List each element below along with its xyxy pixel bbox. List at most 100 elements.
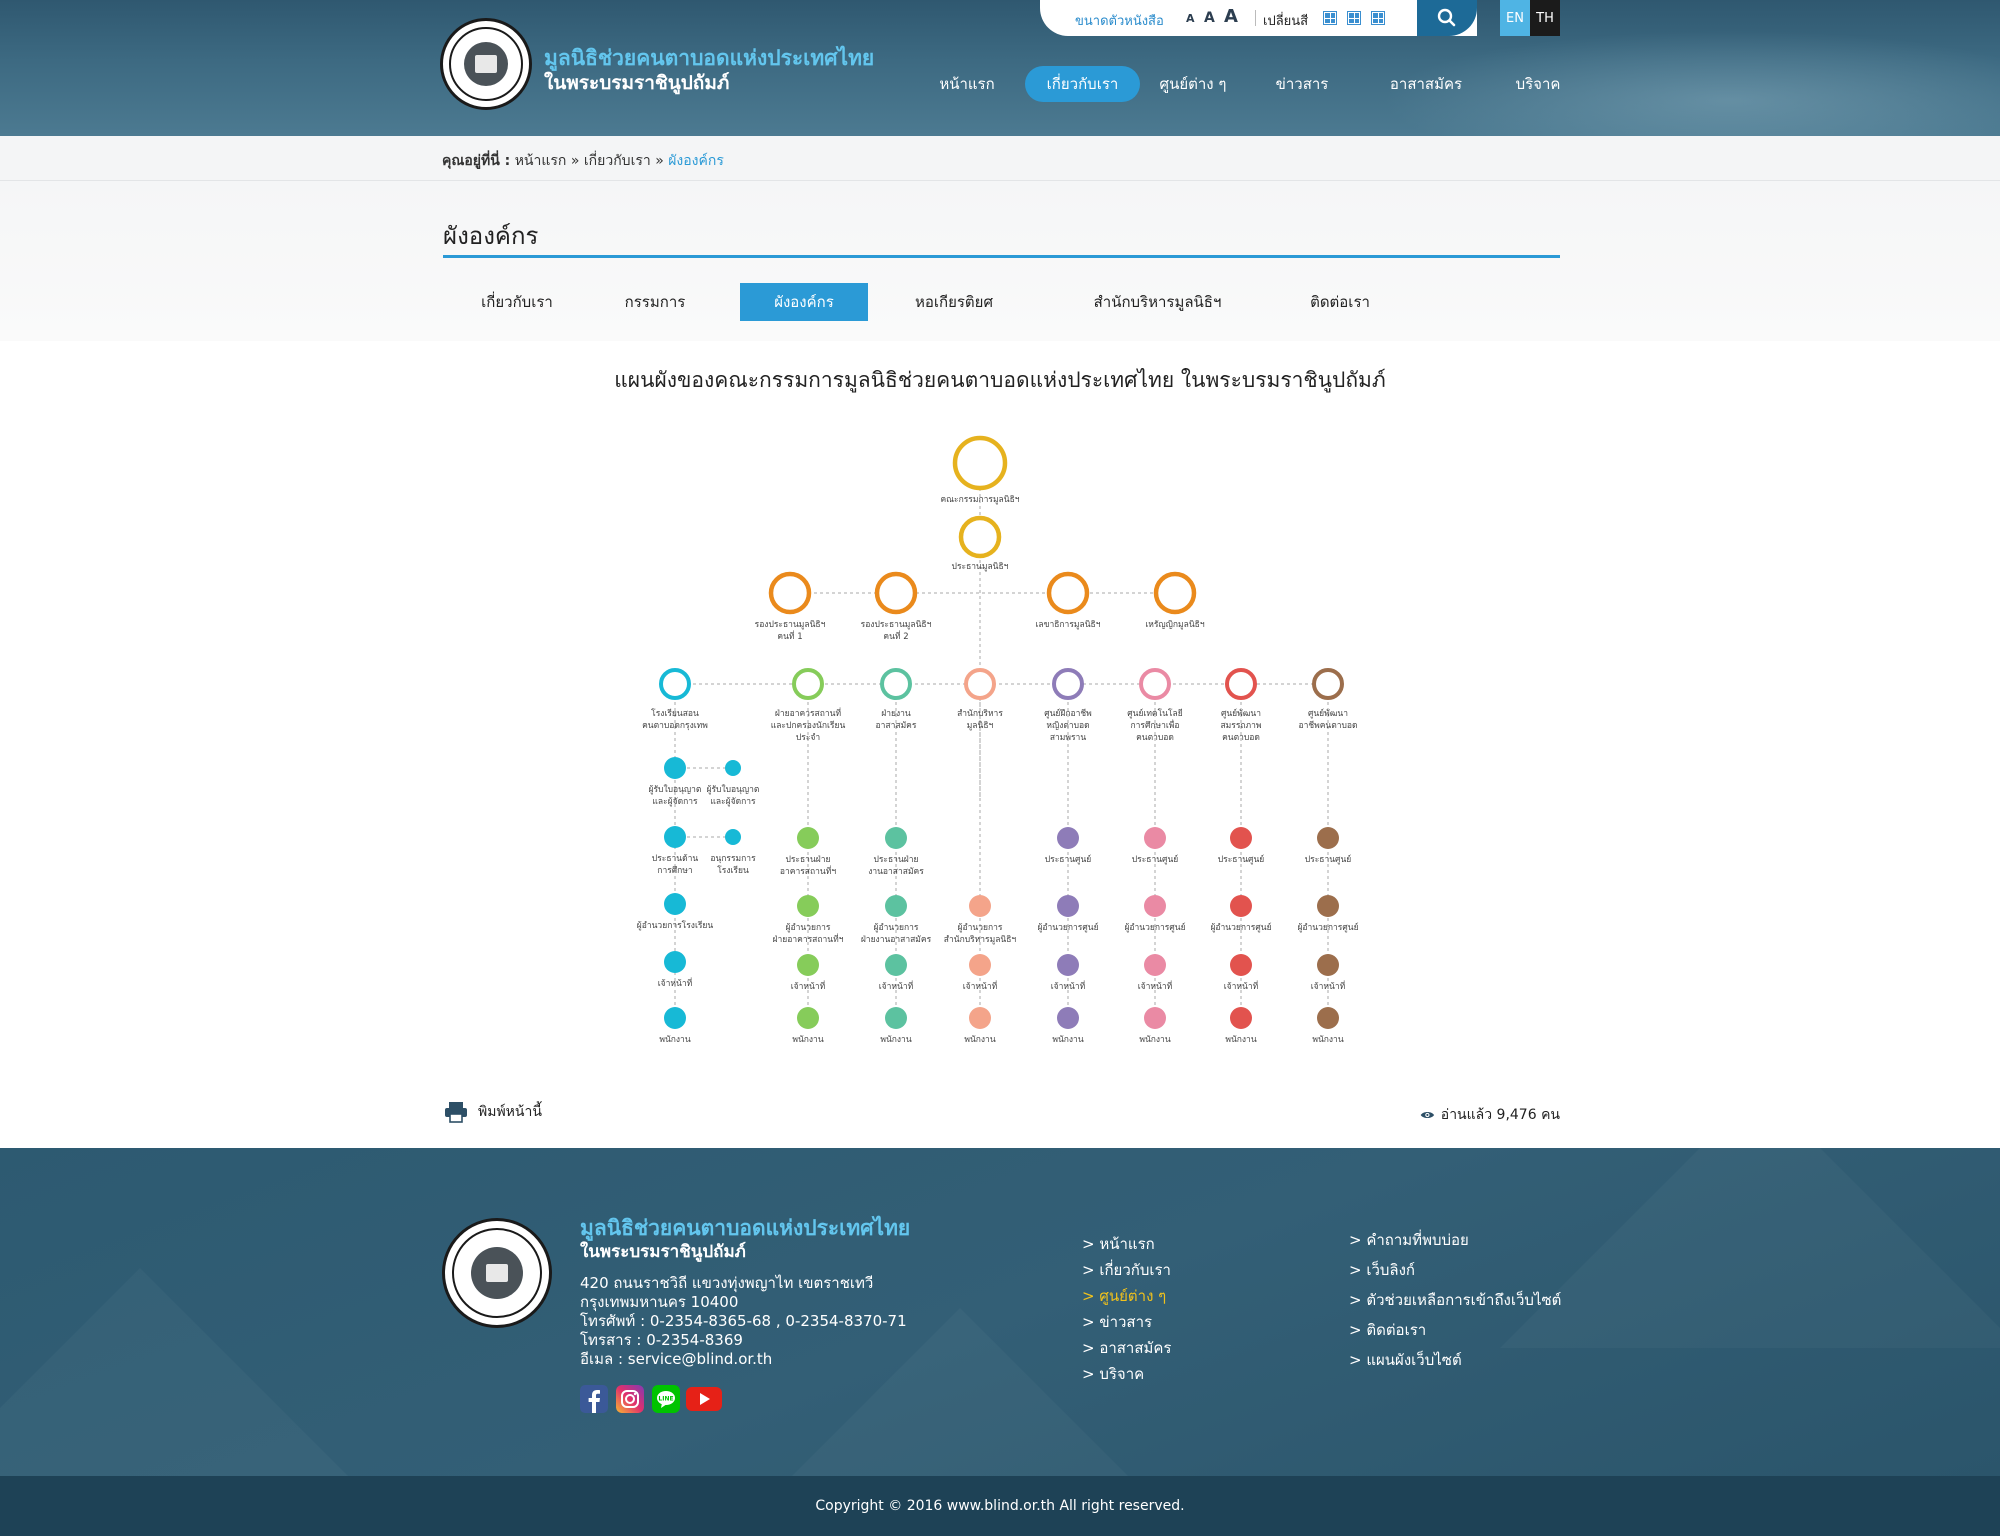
org-node-label: ประธานศูนย์ bbox=[1218, 854, 1265, 865]
org-node-label: เจ้าหน้าที่ bbox=[1051, 980, 1086, 992]
org-node-label: เลขาธิการมูลนิธิฯ bbox=[1036, 620, 1101, 630]
color-scheme-1-button[interactable] bbox=[1323, 11, 1337, 25]
org-node-label: เจ้าหน้าที่ bbox=[963, 980, 998, 992]
breadcrumb-home[interactable]: หน้าแรก bbox=[515, 153, 567, 169]
org-node-dot bbox=[969, 895, 991, 917]
breadcrumb-separator: » bbox=[570, 153, 580, 169]
org-node-label: พนักงาน bbox=[1225, 1035, 1256, 1045]
footer-link-centers[interactable]: > ศูนย์ต่าง ๆ bbox=[1082, 1284, 1166, 1308]
org-node-ring bbox=[958, 515, 1002, 559]
footer-link-about[interactable]: > เกี่ยวกับเรา bbox=[1082, 1258, 1171, 1282]
breadcrumb-about[interactable]: เกี่ยวกับเรา bbox=[584, 153, 651, 169]
footer-link-accessibility[interactable]: > ตัวช่วยเหลือการเข้าถึงเว็บไซต์ bbox=[1349, 1288, 1561, 1312]
org-node-dot bbox=[1057, 954, 1079, 976]
nav-news[interactable]: ข่าวสาร bbox=[1264, 66, 1340, 102]
nav-about[interactable]: เกี่ยวกับเรา bbox=[1025, 66, 1140, 102]
org-node-label: คณะกรรมการมูลนิธิฯ bbox=[940, 495, 1019, 505]
org-node-label: ผู้อำนวยการฝ่ายอาคารสถานที่ฯ bbox=[773, 922, 844, 945]
font-size-medium-button[interactable]: A bbox=[1204, 10, 1215, 26]
footer-subtitle: ในพระบรมราชินูปถัมภ์ bbox=[580, 1242, 746, 1262]
font-size-small-button[interactable]: A bbox=[1186, 12, 1195, 25]
read-count: อ่านแล้ว 9,476 คน bbox=[1420, 1103, 1560, 1127]
lang-en-button[interactable]: EN bbox=[1500, 0, 1530, 36]
facebook-icon[interactable] bbox=[580, 1385, 608, 1413]
foundation-logo[interactable] bbox=[440, 18, 532, 110]
footer-link-volunteer[interactable]: > อาสาสมัคร bbox=[1082, 1336, 1171, 1360]
org-node-label: ผู้อำนวยการศูนย์ bbox=[1210, 922, 1271, 933]
org-node-label: พนักงาน bbox=[964, 1035, 995, 1045]
org-node-label: ผู้อำนวยการศูนย์ bbox=[1037, 922, 1098, 933]
footer-logo bbox=[442, 1218, 552, 1328]
org-node-label: ผู้อำนวยการศูนย์ bbox=[1297, 922, 1358, 933]
breadcrumb-bar bbox=[0, 136, 2000, 181]
org-node-dot bbox=[1230, 827, 1252, 849]
line-icon[interactable]: LINE bbox=[652, 1385, 680, 1413]
org-node-label: เจ้าหน้าที่ bbox=[1138, 980, 1173, 992]
color-scheme-2-button[interactable] bbox=[1347, 11, 1361, 25]
org-node-dot bbox=[1144, 1007, 1166, 1029]
org-node-dot bbox=[1230, 954, 1252, 976]
nav-home[interactable]: หน้าแรก bbox=[930, 66, 1004, 102]
footer-link-home[interactable]: > หน้าแรก bbox=[1082, 1232, 1155, 1256]
org-node-ring bbox=[1139, 668, 1171, 700]
org-node-ring bbox=[792, 668, 824, 700]
lang-th-button[interactable]: TH bbox=[1530, 0, 1560, 36]
org-node-ring bbox=[1153, 571, 1197, 615]
accessibility-toolbar: ขนาดตัวหนังสือ A A A เปลี่ยนสี bbox=[1040, 0, 1477, 36]
org-node-dot bbox=[1144, 954, 1166, 976]
org-node-label: พนักงาน bbox=[659, 1035, 690, 1045]
org-node-label: เจ้าหน้าที่ bbox=[791, 980, 826, 992]
subtab-hall-of-fame[interactable]: หอเกียรติยศ bbox=[895, 283, 1013, 321]
footer-link-contact[interactable]: > ติดต่อเรา bbox=[1349, 1318, 1426, 1342]
footer-link-faq[interactable]: > คำถามที่พบบ่อย bbox=[1349, 1228, 1469, 1252]
subtab-foundation-office[interactable]: สำนักบริหารมูลนิธิฯ bbox=[1080, 283, 1235, 321]
print-page-link[interactable]: พิมพ์หน้านี้ bbox=[444, 1100, 542, 1124]
org-node-ring bbox=[874, 571, 918, 615]
footer-link-news[interactable]: > ข่าวสาร bbox=[1082, 1310, 1152, 1334]
org-node-ring bbox=[1052, 668, 1084, 700]
org-node-label: ศูนย์เทคโนโลยีการศึกษาเพื่อคนตาบอด bbox=[1127, 708, 1183, 743]
org-node-dot bbox=[969, 1007, 991, 1029]
org-node-label: พนักงาน bbox=[880, 1035, 911, 1045]
svg-text:LINE: LINE bbox=[658, 1396, 673, 1403]
footer-link-weblinks[interactable]: > เว็บลิงก์ bbox=[1349, 1258, 1415, 1282]
breadcrumb-here-label: คุณอยู่ที่นี่ : bbox=[442, 153, 511, 169]
breadcrumb-current: ผังองค์กร bbox=[668, 153, 724, 169]
page-title: ผังองค์กร bbox=[443, 222, 539, 250]
org-node-label: อนุกรรมการโรงเรียน bbox=[710, 854, 756, 876]
org-node-dot bbox=[664, 893, 686, 915]
subtab-org-chart[interactable]: ผังองค์กร bbox=[740, 283, 868, 321]
email-line: อีเมล : service@blind.or.th bbox=[580, 1350, 773, 1368]
org-node-label: เหรัญญิกมูลนิธิฯ bbox=[1145, 620, 1205, 630]
youtube-icon[interactable] bbox=[686, 1385, 722, 1413]
font-size-label: ขนาดตัวหนังสือ bbox=[1075, 14, 1164, 29]
subtab-committee[interactable]: กรรมการ bbox=[605, 283, 705, 321]
footer-link-sitemap[interactable]: > แผนผังเว็บไซต์ bbox=[1349, 1348, 1462, 1372]
org-node-label: ผู้อำนวยการสำนักบริหารมูลนิธิฯ bbox=[944, 922, 1017, 945]
subtab-about[interactable]: เกี่ยวกับเรา bbox=[462, 283, 572, 321]
org-node-dot bbox=[664, 826, 686, 848]
search-button[interactable] bbox=[1417, 0, 1477, 36]
org-node-dot bbox=[797, 1007, 819, 1029]
breadcrumb-separator: » bbox=[655, 153, 664, 169]
fax-line: โทรสาร : 0-2354-8369 bbox=[580, 1331, 743, 1349]
subtab-contact[interactable]: ติดต่อเรา bbox=[1290, 283, 1390, 321]
footer-address: 420 ถนนราชวิถี แขวงทุ่งพญาไท เขตราชเทวี … bbox=[580, 1274, 907, 1369]
org-node-dot bbox=[725, 760, 741, 776]
instagram-icon[interactable] bbox=[616, 1385, 644, 1413]
color-scheme-3-button[interactable] bbox=[1371, 11, 1385, 25]
footer-link-donate[interactable]: > บริจาค bbox=[1082, 1362, 1144, 1386]
read-count-text: อ่านแล้ว 9,476 คน bbox=[1440, 1107, 1560, 1123]
address-line: กรุงเทพมหานคร 10400 bbox=[580, 1293, 739, 1311]
nav-donate[interactable]: บริจาค bbox=[1508, 66, 1568, 102]
org-node-label: ประธานศูนย์ bbox=[1305, 854, 1352, 865]
org-node-dot bbox=[1317, 895, 1339, 917]
org-node-label: เจ้าหน้าที่ bbox=[879, 980, 914, 992]
print-page-label: พิมพ์หน้านี้ bbox=[478, 1104, 542, 1120]
org-node-dot bbox=[969, 954, 991, 976]
nav-centers[interactable]: ศูนย์ต่าง ๆ bbox=[1153, 66, 1233, 102]
org-node-dot bbox=[885, 1007, 907, 1029]
font-size-large-button[interactable]: A bbox=[1224, 6, 1238, 27]
org-node-ring bbox=[659, 668, 691, 700]
nav-volunteer[interactable]: อาสาสมัคร bbox=[1383, 66, 1469, 102]
